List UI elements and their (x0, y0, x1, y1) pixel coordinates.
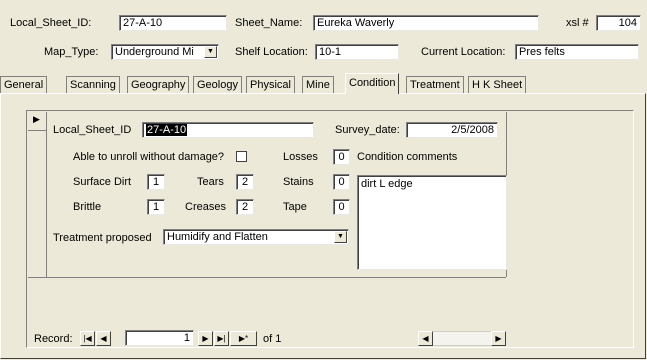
unroll-label: Able to unroll without damage? (73, 151, 225, 163)
losses-label: Losses (283, 151, 318, 163)
tape-field[interactable]: 0 (333, 199, 350, 215)
last-record-icon: ▶| (217, 334, 226, 343)
record-selector[interactable]: ▶ (28, 112, 46, 131)
tab-treatment[interactable]: Treatment (406, 76, 464, 93)
selected-text: 27-A-10 (146, 124, 188, 136)
tears-field[interactable]: 2 (236, 174, 254, 190)
new-record-icon: ▶* (238, 334, 249, 343)
tab-scanning[interactable]: Scanning (66, 76, 120, 93)
creases-field[interactable]: 2 (236, 199, 254, 215)
condition-comments-label: Condition comments (357, 151, 458, 163)
first-record-icon: |◀ (83, 334, 92, 343)
first-record-button[interactable]: |◀ (80, 331, 95, 346)
surface-dirt-label: Surface Dirt (73, 176, 132, 188)
condition-local-sheet-id-label: Local_Sheet_ID (53, 124, 132, 136)
condition-local-sheet-id-field[interactable]: 27-A-10 (142, 122, 314, 138)
chevron-down-icon[interactable]: ▼ (334, 231, 347, 243)
horizontal-scrollbar[interactable]: ◀ ▶ (418, 331, 506, 346)
survey-date-label: Survey_date: (335, 124, 400, 136)
brittle-label: Brittle (73, 201, 102, 213)
local-sheet-id-field[interactable]: 27-A-10 (119, 15, 227, 31)
next-record-icon: ▶ (202, 334, 209, 343)
next-record-button[interactable]: ▶ (198, 331, 213, 346)
current-location-field[interactable]: Pres felts (515, 44, 639, 60)
record-number-field[interactable]: 1 (125, 330, 194, 346)
record-label: Record: (34, 333, 73, 345)
map-type-dropdown[interactable]: Underground Mi ▼ (111, 44, 219, 60)
shelf-location-label: Shelf Location: (235, 46, 308, 58)
tab-physical[interactable]: Physical (246, 76, 295, 93)
tab-condition[interactable]: Condition (345, 73, 400, 94)
tab-general[interactable]: General (0, 76, 48, 93)
xsl-field[interactable]: 104 (596, 15, 641, 31)
map-type-label: Map_Type: (44, 46, 99, 58)
sheet-name-field[interactable]: Eureka Waverly (313, 15, 539, 31)
local-sheet-id-label: Local_Sheet_ID: (10, 17, 92, 29)
tab-geology[interactable]: Geology (193, 76, 242, 93)
prev-record-icon: ◀ (100, 334, 107, 343)
tape-label: Tape (283, 201, 307, 213)
tab-mine[interactable]: Mine (302, 76, 334, 93)
current-record-icon: ▶ (33, 114, 40, 124)
surface-dirt-field[interactable]: 1 (147, 174, 165, 190)
tears-label: Tears (197, 176, 224, 188)
chevron-down-icon[interactable]: ▼ (204, 46, 217, 58)
treatment-proposed-label: Treatment proposed (53, 232, 152, 244)
current-location-label: Current Location: (421, 46, 506, 58)
map-type-value: Underground Mi (115, 46, 194, 58)
condition-comments-field[interactable]: dirt L edge (357, 175, 507, 270)
scroll-right-button[interactable]: ▶ (491, 331, 506, 346)
treatment-proposed-value: Humidify and Flatten (167, 231, 268, 243)
scroll-left-icon: ◀ (422, 334, 429, 343)
creases-label: Creases (185, 201, 226, 213)
unroll-checkbox[interactable] (236, 151, 247, 162)
sheet-name-label: Sheet_Name: (235, 17, 303, 29)
xsl-label: xsl # (566, 17, 589, 29)
scroll-right-icon: ▶ (495, 334, 502, 343)
record-count-label: of 1 (263, 333, 282, 345)
stains-field[interactable]: 0 (333, 174, 350, 190)
tab-hk-sheet[interactable]: H K Sheet (468, 76, 527, 93)
treatment-proposed-dropdown[interactable]: Humidify and Flatten ▼ (163, 229, 349, 245)
stains-label: Stains (283, 176, 314, 188)
record-selector-column (28, 112, 47, 277)
prev-record-button[interactable]: ◀ (96, 331, 111, 346)
tab-geography[interactable]: Geography (127, 76, 190, 93)
new-record-button[interactable]: ▶* (230, 331, 257, 346)
scroll-left-button[interactable]: ◀ (418, 331, 433, 346)
losses-field[interactable]: 0 (333, 149, 350, 165)
survey-date-field[interactable]: 2/5/2008 (406, 122, 498, 138)
detail-section-divider (28, 277, 506, 278)
last-record-button[interactable]: ▶| (214, 331, 229, 346)
brittle-field[interactable]: 1 (147, 199, 165, 215)
shelf-location-field[interactable]: 10-1 (315, 44, 399, 60)
